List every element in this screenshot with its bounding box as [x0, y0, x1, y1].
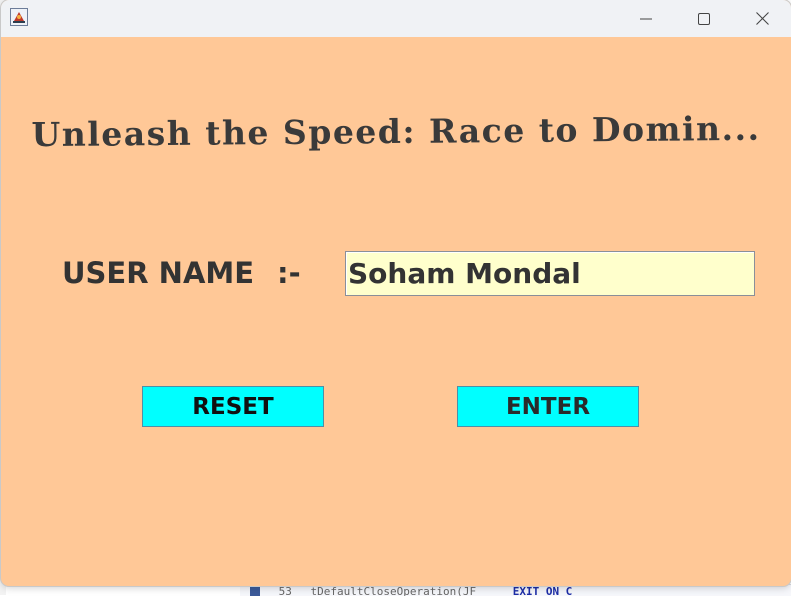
user-name-input[interactable] — [345, 251, 755, 296]
title-bar[interactable] — [1, 0, 791, 37]
user-name-label: USER NAME — [62, 256, 255, 290]
app-window: Unleash the Speed: Race to Domin... USER… — [1, 0, 791, 586]
close-button[interactable] — [733, 0, 791, 37]
minimize-icon — [640, 18, 652, 19]
maximize-icon — [698, 12, 710, 25]
enter-button[interactable]: ENTER — [457, 386, 639, 427]
minimize-button[interactable] — [617, 0, 675, 37]
page-heading: Unleash the Speed: Race to Domin... — [31, 108, 761, 155]
java-app-icon[interactable] — [10, 8, 28, 26]
label-separator: :- — [277, 256, 301, 290]
reset-button[interactable]: RESET — [142, 386, 324, 427]
maximize-button[interactable] — [675, 0, 733, 37]
editor-gutter-marker — [250, 585, 260, 596]
close-icon — [755, 12, 769, 25]
